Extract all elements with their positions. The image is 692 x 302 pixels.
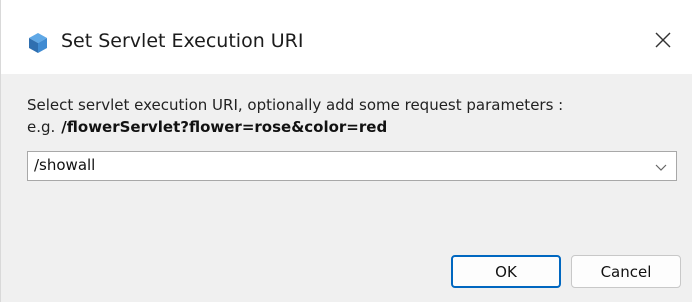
dropdown-button[interactable] <box>650 154 672 178</box>
chevron-down-icon <box>654 157 668 176</box>
example-uri: /flowerServlet?flower=rose&color=red <box>61 118 388 136</box>
example-line: e.g. /flowerServlet?flower=rose&color=red <box>27 118 387 136</box>
close-button[interactable] <box>645 24 681 60</box>
cancel-button[interactable]: Cancel <box>571 255 681 288</box>
title-bar: Set Servlet Execution URI <box>1 0 692 74</box>
instruction-text: Select servlet execution URI, optionally… <box>27 96 564 114</box>
dialog-window: Set Servlet Execution URI Select servlet… <box>0 0 692 302</box>
dialog-title: Set Servlet Execution URI <box>61 30 304 52</box>
uri-input[interactable] <box>34 156 624 174</box>
dialog-content: Select servlet execution URI, optionally… <box>1 74 692 302</box>
cube-icon <box>27 32 49 54</box>
uri-combobox[interactable] <box>27 151 677 181</box>
close-icon <box>654 31 672 53</box>
example-prefix: e.g. <box>27 118 56 136</box>
ok-button[interactable]: OK <box>451 255 561 288</box>
